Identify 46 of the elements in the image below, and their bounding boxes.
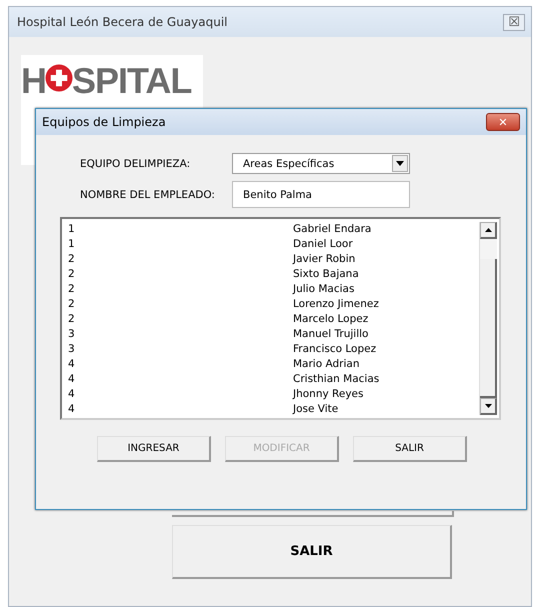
exit-button[interactable]: SALIR (172, 525, 452, 579)
cross-icon (44, 63, 74, 93)
employee-name: Javier Robin (293, 252, 356, 264)
close-button[interactable]: ☒ (503, 14, 525, 30)
dialog-title: Equipos de Limpieza (42, 115, 166, 129)
window-title: Hospital León Becera de Guayaquil (17, 15, 228, 29)
down-arrow-icon (484, 404, 492, 408)
logo-text: SPITAL (72, 61, 192, 101)
dialog-button[interactable]: SALIR (353, 436, 467, 462)
employee-name: Marcelo Lopez (293, 312, 368, 324)
employee-name: Sixto Bajana (293, 268, 359, 280)
employee-list[interactable] (60, 217, 501, 420)
logo-letter: H (21, 61, 46, 101)
group-number: 3 (67, 342, 76, 354)
group-number: 2 (67, 252, 76, 264)
employee-input[interactable]: Benito Palma (232, 181, 410, 208)
dialog-button[interactable]: INGRESAR (97, 436, 211, 462)
group-number: 1 (67, 238, 76, 250)
employee-name: Francisco Lopez (293, 342, 376, 354)
group-number: 4 (67, 358, 76, 370)
group-number: 1 (67, 222, 76, 234)
employee-name: Manuel Trujillo (293, 328, 368, 340)
employee-name: Mario Adrian (293, 358, 360, 370)
employee-name: Julio Macias (293, 282, 354, 294)
team-dropdown[interactable]: Areas Específicas (232, 153, 410, 174)
employee-name: Gabriel Endara (293, 222, 372, 234)
group-number: 4 (67, 372, 76, 384)
group-number: 2 (67, 268, 76, 280)
scroll-up-button[interactable] (480, 222, 497, 239)
group-number: 4 (67, 402, 76, 414)
employee-name: Lorenzo Jimenez (293, 298, 379, 310)
caret-icon (396, 161, 404, 166)
group-number: 4 (67, 388, 76, 400)
employee-name: Daniel Loor (293, 238, 353, 250)
field-label: NOMBRE DEL EMPLEADO: (80, 188, 216, 200)
scrollbar-thumb[interactable] (480, 259, 497, 398)
up-arrow-icon (484, 228, 492, 232)
field-label: EQUIPO DELIMPIEZA: (80, 158, 192, 170)
group-number: 2 (67, 312, 76, 324)
scroll-down-button[interactable] (480, 398, 497, 415)
employee-name: Jose Vite (293, 402, 338, 414)
group-number: 2 (67, 298, 76, 310)
employee-name: Cristhian Macias (293, 372, 380, 384)
group-number: 3 (67, 328, 76, 340)
employee-name: Jhonny Reyes (293, 388, 364, 400)
group-number: 2 (67, 282, 76, 294)
